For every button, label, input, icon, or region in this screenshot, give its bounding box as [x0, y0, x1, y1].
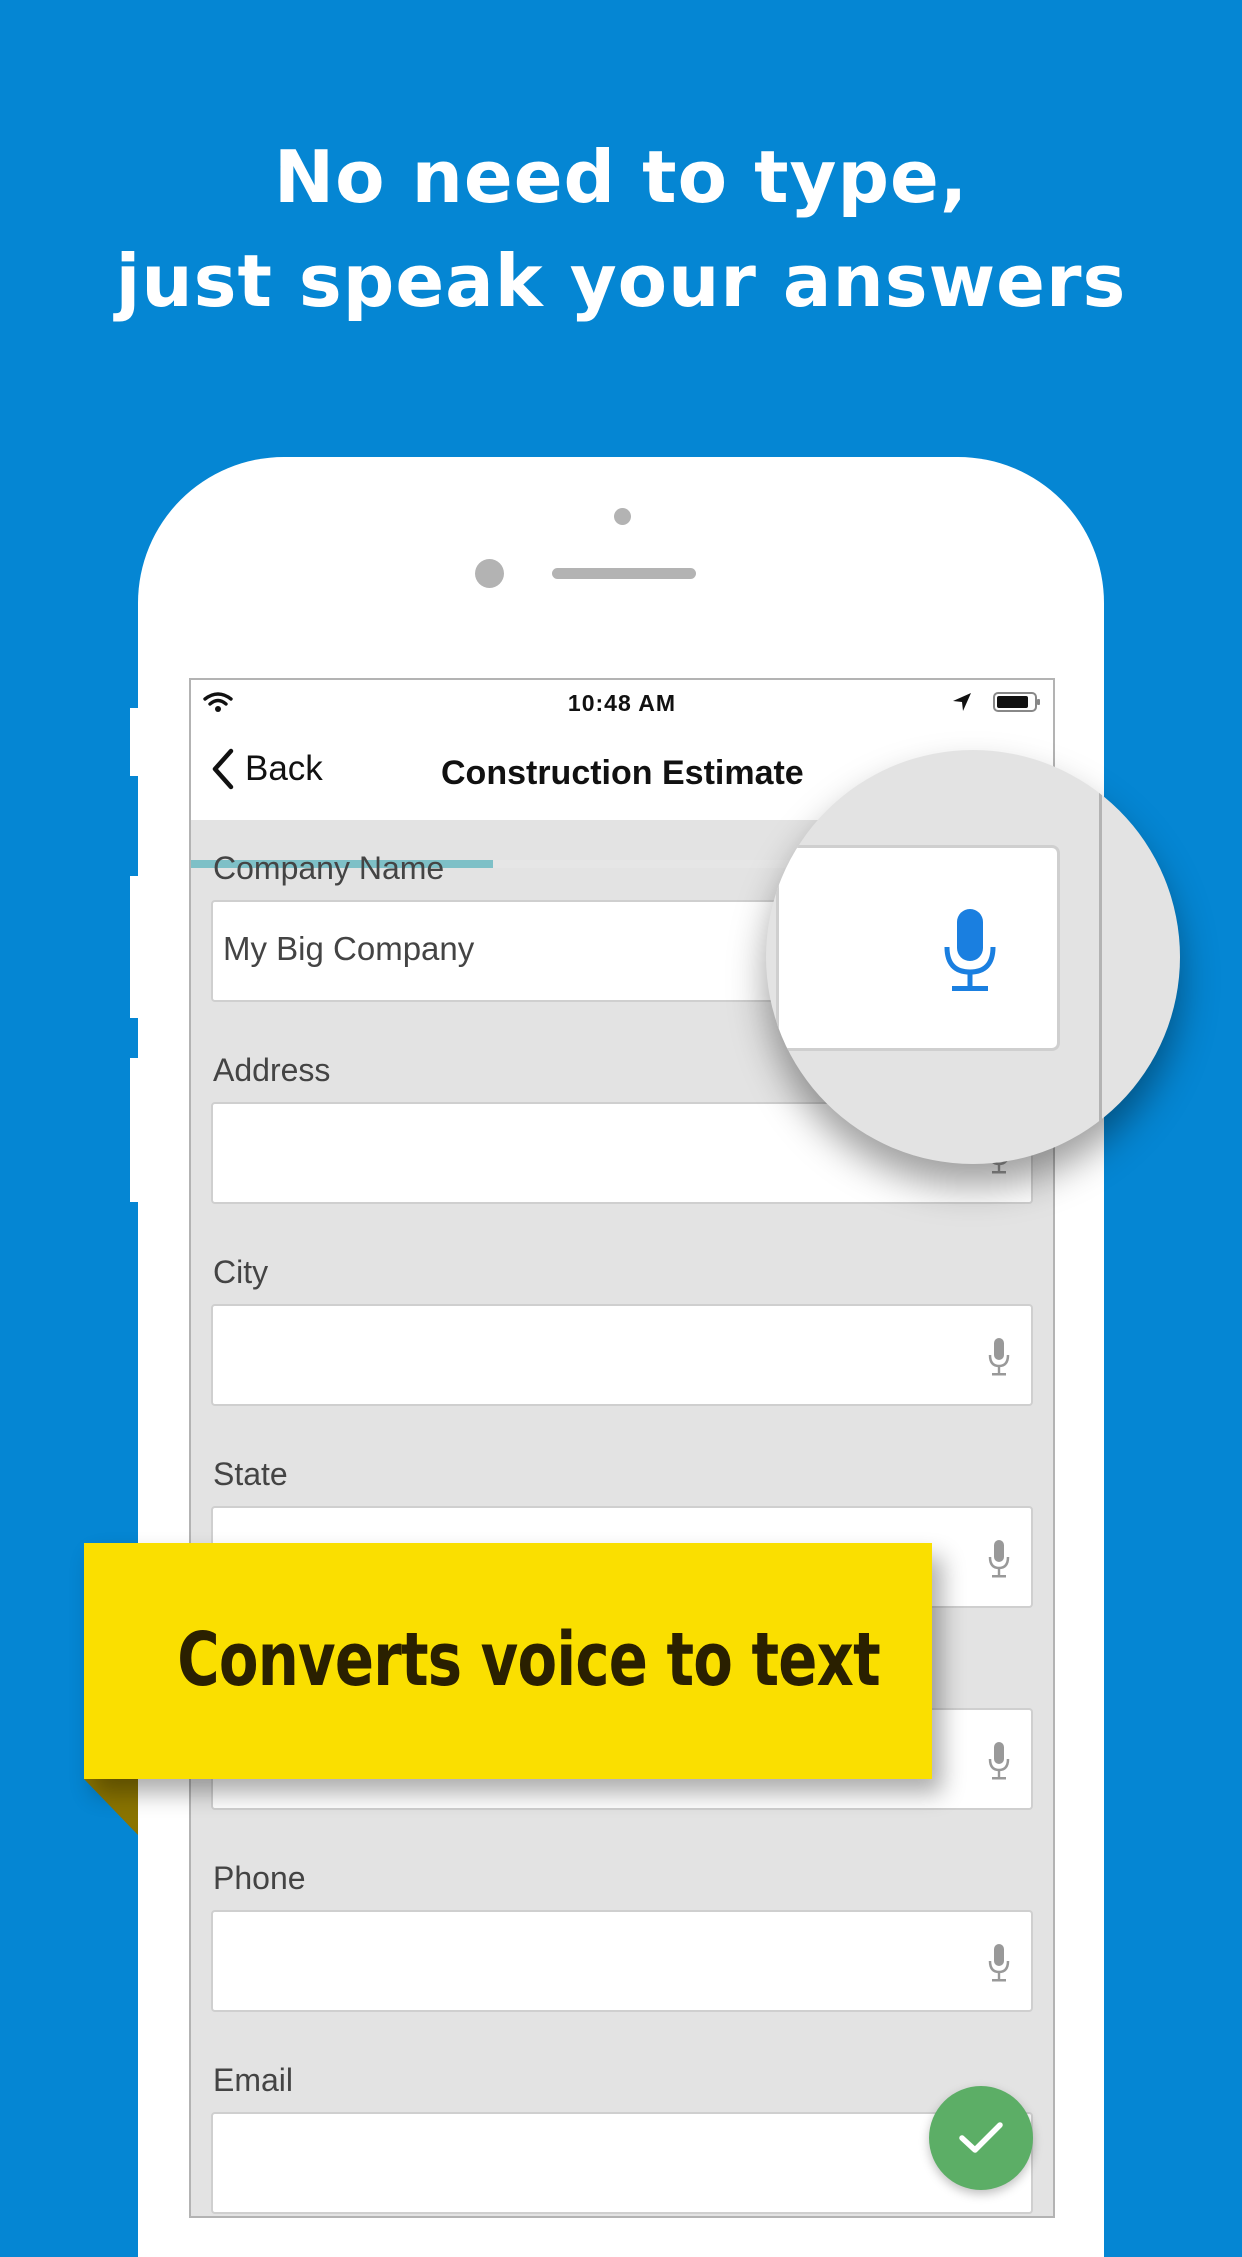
page-title: Construction Estimate	[441, 754, 804, 792]
microphone-icon[interactable]	[987, 1337, 1011, 1377]
front-camera	[614, 508, 631, 525]
email-input[interactable]	[211, 2112, 1033, 2214]
submit-button[interactable]	[929, 2086, 1033, 2190]
microphone-icon[interactable]	[987, 1741, 1011, 1781]
headline: No need to type, just speak your answers	[0, 125, 1242, 333]
back-label: Back	[245, 749, 323, 788]
company-name-value: My Big Company	[223, 930, 475, 967]
side-button	[130, 876, 142, 1018]
promo-banner: Converts voice to text	[84, 1543, 932, 1779]
microphone-icon[interactable]	[987, 1943, 1011, 1983]
phone-input[interactable]	[211, 1910, 1033, 2012]
magnifier-callout	[766, 750, 1180, 1164]
side-button	[130, 1058, 142, 1202]
field-label-city: City	[213, 1254, 269, 1290]
chevron-left-icon	[212, 748, 234, 790]
field-label-address: Address	[213, 1052, 331, 1088]
magnified-screen-edge	[1099, 792, 1102, 1122]
checkmark-icon	[959, 2122, 1003, 2153]
microphone-icon[interactable]	[987, 1539, 1011, 1579]
location-arrow-icon	[953, 693, 971, 711]
side-button	[130, 708, 142, 776]
camera-dot	[475, 559, 504, 588]
banner-fold	[84, 1779, 138, 1835]
banner-text: Converts voice to text	[177, 1617, 880, 1703]
battery-icon	[993, 692, 1040, 712]
status-time: 10:48 AM	[567, 690, 677, 716]
headline-line-2: just speak your answers	[115, 239, 1127, 323]
field-label-state: State	[213, 1456, 288, 1492]
field-label-phone: Phone	[213, 1860, 306, 1896]
back-button[interactable]: Back	[211, 748, 323, 790]
microphone-icon[interactable]	[942, 907, 998, 993]
speaker-grille	[552, 568, 696, 579]
field-label-company-name: Company Name	[213, 850, 445, 886]
field-label-email: Email	[213, 2062, 294, 2098]
city-input[interactable]	[211, 1304, 1033, 1406]
status-bar: 10:48 AM	[191, 680, 1053, 728]
headline-line-1: No need to type,	[273, 135, 969, 219]
magnified-input	[776, 845, 1060, 1051]
